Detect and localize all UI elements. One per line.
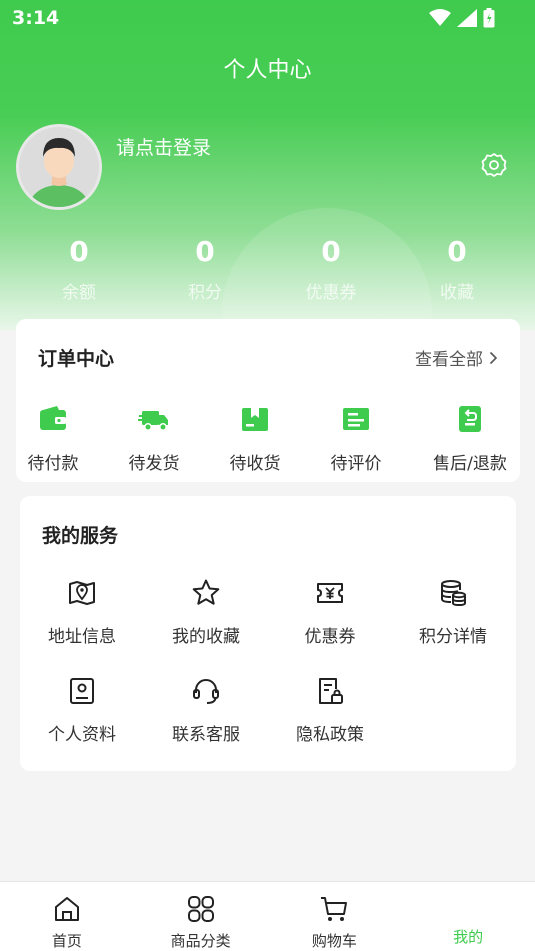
stat-label: 积分 (188, 283, 222, 303)
login-prompt[interactable]: 请点击登录 (116, 133, 211, 160)
bottom-tab-bar: 首页 商品分类 购物车 我的 (0, 881, 535, 951)
headset-icon (193, 679, 219, 704)
order-pending-receipt[interactable]: 待收货 (210, 403, 300, 474)
stat-value: 0 (195, 235, 215, 268)
order-center-title: 订单中心 (38, 348, 115, 370)
coupon-icon (317, 583, 343, 603)
tab-cart[interactable]: 购物车 (268, 882, 402, 951)
wallet-icon (40, 406, 66, 430)
truck-icon (138, 411, 168, 431)
order-item-label: 待收货 (229, 454, 281, 474)
tab-label: 我的 (453, 928, 484, 946)
avatar-illustration (29, 138, 89, 207)
tab-label: 首页 (51, 932, 82, 950)
stat-label: 余额 (62, 283, 96, 303)
service-points[interactable]: 积分详情 (398, 578, 508, 647)
my-services-title: 我的服务 (42, 525, 119, 547)
order-pending-shipment[interactable]: 待发货 (109, 403, 199, 474)
service-privacy-policy[interactable]: 隐私政策 (275, 676, 385, 745)
tab-home[interactable]: 首页 (0, 882, 134, 951)
stat-favorites[interactable]: 0 收藏 (394, 234, 520, 303)
service-label: 隐私政策 (296, 725, 364, 745)
gear-icon (481, 153, 507, 177)
page-title: 个人中心 (223, 58, 312, 83)
map-icon (69, 581, 95, 605)
order-item-label: 待评价 (330, 454, 382, 474)
tab-label: 商品分类 (170, 932, 231, 950)
avatar[interactable] (16, 124, 102, 210)
stat-label: 收藏 (440, 283, 474, 303)
my-services-card: 我的服务 地址信息 我的收藏 优惠券 积分详情 个人资料 联系客服 隐私政策 (20, 496, 516, 771)
status-time: 3:14 (12, 7, 60, 29)
stat-value: 0 (447, 235, 467, 268)
settings-button[interactable] (480, 151, 508, 179)
star-icon (192, 579, 220, 605)
order-after-sales[interactable]: 售后/退款 (425, 403, 515, 474)
service-label: 积分详情 (419, 627, 487, 647)
view-all-orders-link[interactable]: 查看全部 (415, 345, 498, 370)
service-profile[interactable]: 个人资料 (27, 676, 137, 745)
status-icons (429, 8, 495, 28)
review-icon (343, 408, 369, 430)
order-item-label: 待付款 (27, 454, 79, 474)
service-label: 地址信息 (48, 627, 116, 647)
service-label: 个人资料 (48, 725, 116, 745)
battery-icon (483, 8, 495, 28)
profile-card-icon (70, 678, 94, 704)
order-pending-review[interactable]: 待评价 (311, 403, 401, 474)
stats-row: 0 余额 0 积分 0 优惠券 0 收藏 (16, 234, 520, 303)
stat-points[interactable]: 0 积分 (142, 234, 268, 303)
service-favorites[interactable]: 我的收藏 (151, 578, 261, 647)
tab-label: 购物车 (311, 932, 357, 950)
me-icon (453, 894, 483, 924)
coins-icon (441, 580, 466, 607)
wifi-icon (429, 9, 451, 26)
home-icon (54, 897, 79, 921)
status-bar: 3:14 (0, 0, 535, 36)
chevron-right-icon (489, 351, 498, 364)
package-icon (242, 408, 268, 431)
stat-value: 0 (69, 235, 89, 268)
tab-categories[interactable]: 商品分类 (134, 882, 268, 951)
view-all-label: 查看全部 (415, 350, 483, 370)
refund-icon (459, 406, 481, 432)
stat-label: 优惠券 (305, 283, 357, 303)
service-label: 联系客服 (172, 725, 240, 745)
grid-icon (187, 896, 214, 922)
order-pending-payment[interactable]: 待付款 (8, 403, 98, 474)
stat-balance[interactable]: 0 余额 (16, 234, 142, 303)
service-address[interactable]: 地址信息 (27, 578, 137, 647)
service-customer-support[interactable]: 联系客服 (151, 676, 261, 745)
service-label: 我的收藏 (172, 627, 240, 647)
policy-lock-icon (319, 678, 343, 704)
service-coupons[interactable]: 优惠券 (275, 578, 385, 647)
tab-me[interactable]: 我的 (401, 882, 535, 951)
order-item-label: 售后/退款 (433, 454, 507, 474)
service-label: 优惠券 (304, 627, 356, 647)
signal-icon (457, 9, 477, 27)
order-center-card: 订单中心 查看全部 待付款 待发货 待收货 待评价 售后/退款 (16, 319, 520, 482)
order-item-label: 待发货 (128, 454, 180, 474)
cart-icon (321, 897, 348, 921)
stat-coupons[interactable]: 0 优惠券 (268, 234, 394, 303)
stat-value: 0 (321, 235, 341, 268)
